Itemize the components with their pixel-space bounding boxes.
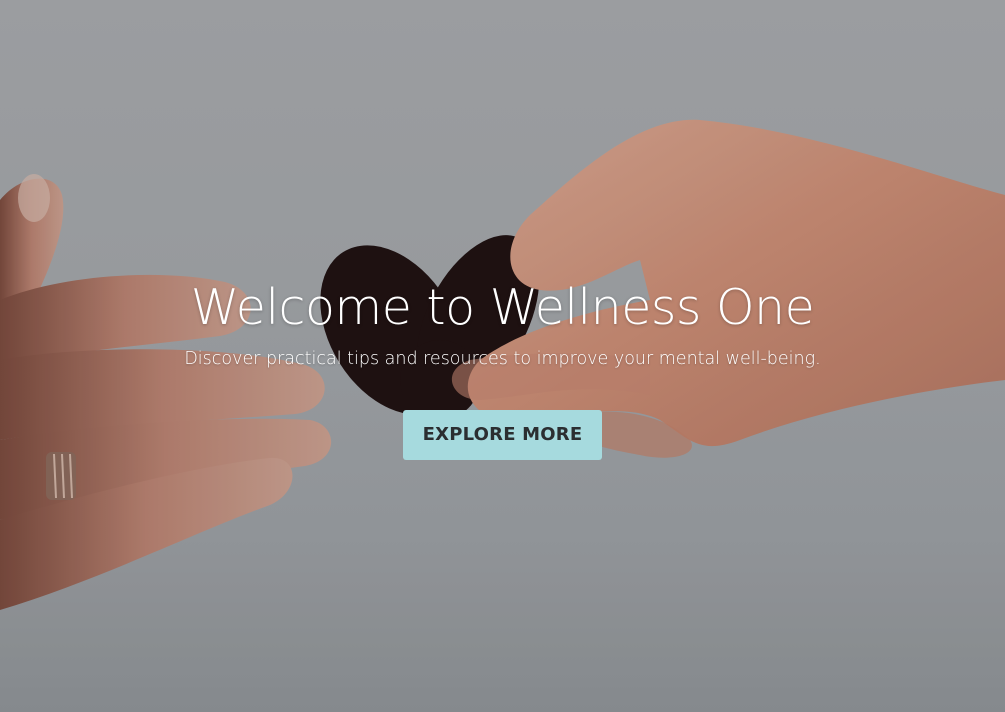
hero-subtitle: Discover practical tips and resources to… <box>184 349 821 369</box>
hero-section: Welcome to Wellness One Discover practic… <box>0 0 1005 712</box>
hero-title: Welcome to Wellness One <box>190 279 815 336</box>
hero-content: Welcome to Wellness One Discover practic… <box>0 276 1005 460</box>
explore-more-button[interactable]: EXPLORE MORE <box>402 410 603 460</box>
